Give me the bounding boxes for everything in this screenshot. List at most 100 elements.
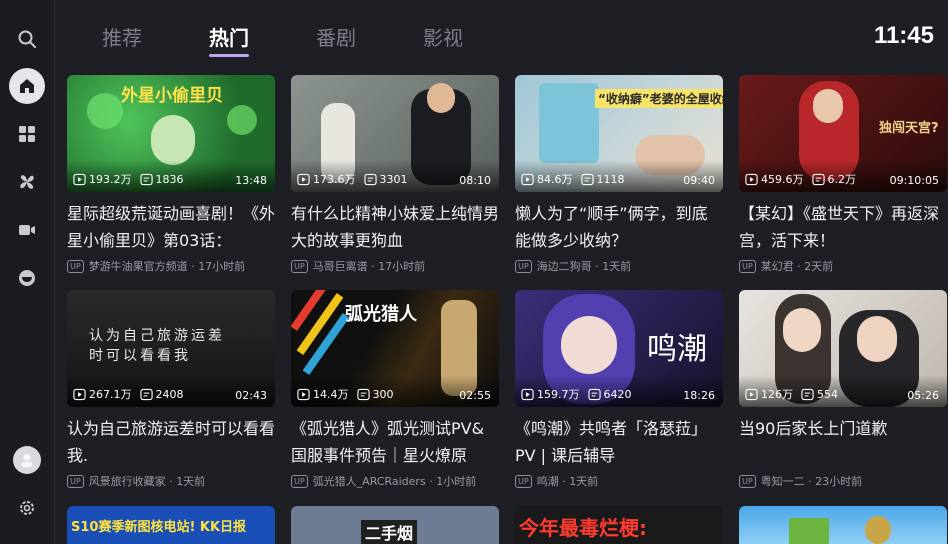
video-card[interactable]: 弧光猎人 14.4万 300 02:55 《弧光猎人》弧光测试PV&国服事件预告… xyxy=(291,290,499,489)
video-title[interactable]: 《鸣潮》共鸣者「洛瑟菈」PV | 课后辅导 xyxy=(515,415,723,469)
video-thumbnail[interactable]: S10赛季新图核电站! KK日报 xyxy=(67,506,275,544)
sidebar-item-video[interactable] xyxy=(9,212,45,248)
video-thumbnail[interactable]: 弧光猎人 14.4万 300 02:55 xyxy=(291,290,499,407)
video-duration: 18:26 xyxy=(683,389,715,402)
uploader-name[interactable]: 马哥巨离谱 xyxy=(313,258,368,274)
home-icon xyxy=(20,79,34,93)
video-card[interactable]: 173.6万 3301 08:10 有什么比精神小妹爱上纯情男大的故事更狗血 U… xyxy=(291,75,499,274)
video-stats: 14.4万 300 xyxy=(297,386,394,402)
danmaku-count-icon xyxy=(801,388,814,400)
up-badge-icon: UP xyxy=(515,259,532,273)
video-thumbnail[interactable]: “收纳癖”老婆的全屋收纳 84.6万 1118 09:40 xyxy=(515,75,723,192)
video-thumbnail[interactable] xyxy=(739,506,947,544)
uploader-name[interactable]: 弧光猎人_ARCRaiders xyxy=(313,473,426,489)
play-count-icon xyxy=(745,173,758,185)
view-count: 84.6万 xyxy=(537,173,573,186)
category-grid-icon xyxy=(19,126,35,142)
search-icon xyxy=(18,30,36,48)
video-title[interactable]: 认为自己旅游运差时可以看看我. xyxy=(67,415,275,469)
thumbnail-caption: 今年最毒烂梗: xyxy=(519,516,647,540)
video-thumbnail[interactable]: 二手烟 xyxy=(291,506,499,544)
up-badge-icon: UP xyxy=(515,474,532,488)
play-count-icon xyxy=(297,173,310,185)
video-card[interactable]: 认为自己旅游运差时可以看看我 267.1万 2408 02:43 认为自己旅游运… xyxy=(67,290,275,489)
video-meta: UP 鸣潮 · 1天前 xyxy=(515,473,723,489)
video-thumbnail[interactable]: 鸣潮 159.7万 6420 18:26 xyxy=(515,290,723,407)
thumbnail-caption: “收纳癖”老婆的全屋收纳 xyxy=(595,89,723,108)
video-stats: 193.2万 1836 xyxy=(73,171,184,187)
play-count-icon xyxy=(297,388,310,400)
view-count: 14.4万 xyxy=(313,388,349,401)
video-duration: 09:40 xyxy=(683,174,715,187)
uploader-name[interactable]: 海边二狗哥 xyxy=(537,258,592,274)
video-card[interactable]: 外星小偷里贝 193.2万 1836 13:48 星际超级荒诞动画喜剧！《外星小… xyxy=(67,75,275,274)
uploader-name[interactable]: 某幻君 xyxy=(761,258,794,274)
video-title[interactable]: 【某幻】《盛世天下》再返深宫，活下来！ xyxy=(739,200,947,254)
view-count: 159.7万 xyxy=(537,388,580,401)
upload-time: 17小时前 xyxy=(198,260,246,273)
settings-button[interactable] xyxy=(9,490,45,526)
video-duration: 08:10 xyxy=(459,174,491,187)
video-thumbnail[interactable]: 126万 554 05:26 xyxy=(739,290,947,407)
video-title[interactable]: 懒人为了“顺手”俩字，到底能做多少收纳？ xyxy=(515,200,723,254)
sidebar-item-home[interactable] xyxy=(9,68,45,104)
video-meta: UP 梦游牛油果官方频道 · 17小时前 xyxy=(67,258,275,274)
search-button[interactable] xyxy=(9,21,45,57)
video-card[interactable]: 126万 554 05:26 当90后家长上门道歉 UP 粤知一二 · 23小时… xyxy=(739,290,947,489)
uploader-name[interactable]: 鸣潮 xyxy=(537,473,559,489)
sidebar-item-category[interactable] xyxy=(9,116,45,152)
video-title[interactable]: 星际超级荒诞动画喜剧！《外星小偷里贝》第03话： xyxy=(67,200,275,254)
video-card[interactable]: “收纳癖”老婆的全屋收纳 84.6万 1118 09:40 懒人为了“顺手”俩字… xyxy=(515,75,723,274)
video-stats: 126万 554 xyxy=(745,386,838,402)
video-meta: UP 弧光猎人_ARCRaiders · 1小时前 xyxy=(291,473,499,489)
video-meta: UP 马哥巨离谱 · 17小时前 xyxy=(291,258,499,274)
comment-count: 6420 xyxy=(603,387,632,401)
video-thumbnail[interactable]: 认为自己旅游运差时可以看看我 267.1万 2408 02:43 xyxy=(67,290,275,407)
view-count: 459.6万 xyxy=(761,173,804,186)
tab-film[interactable]: 影视 xyxy=(423,22,463,51)
upload-time: 23小时前 xyxy=(815,475,863,488)
video-thumbnail[interactable]: 外星小偷里贝 193.2万 1836 13:48 xyxy=(67,75,275,192)
video-stats: 459.6万 6.2万 xyxy=(745,171,856,187)
view-count: 267.1万 xyxy=(89,388,132,401)
up-badge-icon: UP xyxy=(739,259,756,273)
video-duration: 05:26 xyxy=(907,389,939,402)
video-title[interactable]: 《弧光猎人》弧光测试PV&国服事件预告｜星火燎原 xyxy=(291,415,499,469)
video-stats: 84.6万 1118 xyxy=(521,171,625,187)
video-thumbnail[interactable]: 今年最毒烂梗: xyxy=(515,506,723,544)
thumbnail-caption: 弧光猎人 xyxy=(345,304,417,325)
danmaku-count-icon xyxy=(580,173,594,185)
uploader-name[interactable]: 粤知一二 xyxy=(761,473,805,489)
video-thumbnail[interactable]: 173.6万 3301 08:10 xyxy=(291,75,499,192)
video-card[interactable]: 鸣潮 159.7万 6420 18:26 《鸣潮》共鸣者「洛瑟菈」PV | 课后… xyxy=(515,290,723,489)
sidebar-item-tv[interactable] xyxy=(9,260,45,296)
video-duration: 02:55 xyxy=(459,389,491,402)
video-thumbnail[interactable]: 独闯天宫? 459.6万 6.2万 09:10:05 xyxy=(739,75,947,192)
comment-count: 6.2万 xyxy=(827,173,857,186)
uploader-name[interactable]: 梦游牛油果官方频道 xyxy=(89,258,188,274)
video-title[interactable]: 有什么比精神小妹爱上纯情男大的故事更狗血 xyxy=(291,200,499,254)
tv-face-icon xyxy=(19,270,35,286)
upload-time: 1天前 xyxy=(176,475,206,488)
video-stats: 173.6万 3301 xyxy=(297,171,408,187)
upload-time: 1天前 xyxy=(602,260,632,273)
thumbnail-caption: 鸣潮 xyxy=(647,332,707,367)
play-count-icon xyxy=(521,173,534,185)
danmaku-count-icon xyxy=(811,173,825,185)
tab-hot[interactable]: 热门 xyxy=(209,22,249,51)
video-title[interactable]: 当90后家长上门道歉 xyxy=(739,415,947,469)
uploader-name[interactable]: 风景旅行收藏家 xyxy=(89,473,166,489)
tab-recommend[interactable]: 推荐 xyxy=(102,22,142,51)
up-badge-icon: UP xyxy=(291,474,308,488)
up-badge-icon: UP xyxy=(291,259,308,273)
upload-time: 1小时前 xyxy=(436,475,477,488)
thumbnail-caption: 认为自己旅游运差时可以看看我 xyxy=(89,328,225,364)
avatar[interactable] xyxy=(13,446,41,474)
video-card[interactable]: 独闯天宫? 459.6万 6.2万 09:10:05 【某幻】《盛世天下》再返深… xyxy=(739,75,947,274)
thumbnail-caption: 独闯天宫? xyxy=(879,121,939,136)
sidebar-item-fan[interactable] xyxy=(9,164,45,200)
video-meta: UP 粤知一二 · 23小时前 xyxy=(739,473,947,489)
video-camera-icon xyxy=(19,225,35,235)
upload-time: 2天前 xyxy=(804,260,834,273)
tab-anime[interactable]: 番剧 xyxy=(316,22,356,51)
